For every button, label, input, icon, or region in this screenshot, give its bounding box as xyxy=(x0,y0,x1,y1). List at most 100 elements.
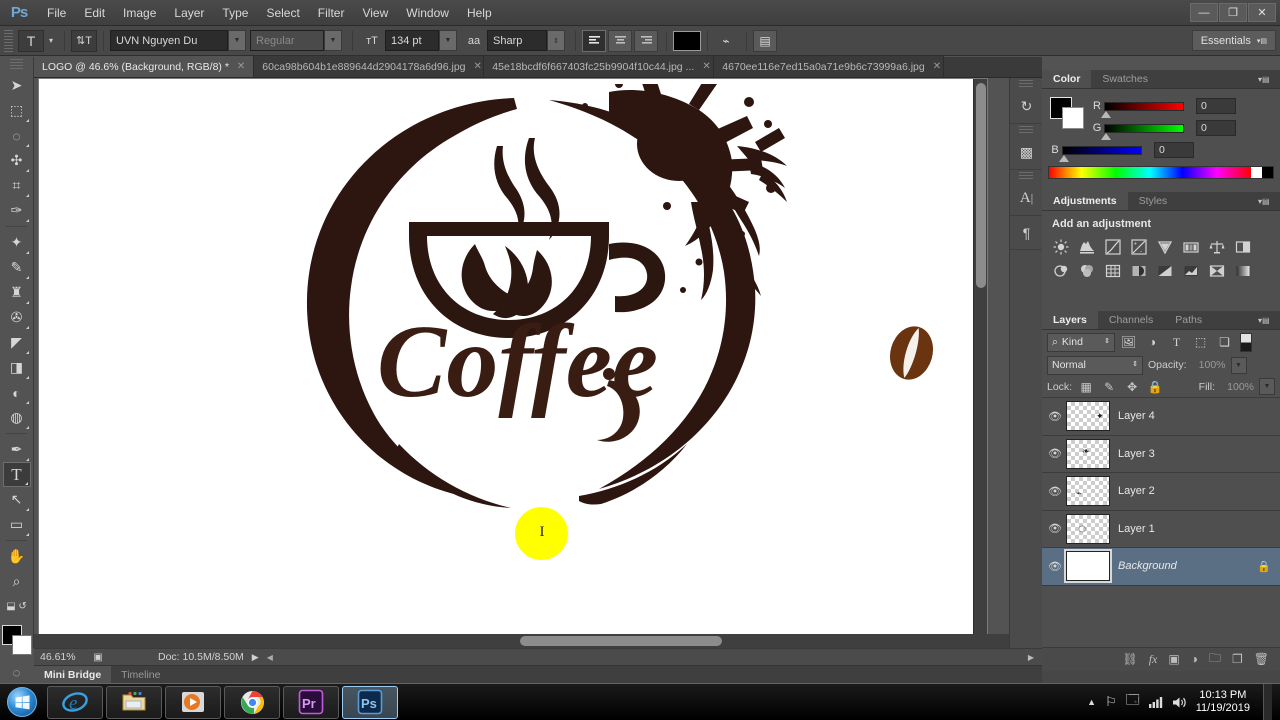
document-tab-3[interactable]: 45e18bcdf6f667403fc25b9904f10c44.jpg ...… xyxy=(484,56,714,77)
font-style-field[interactable]: Regular xyxy=(250,30,324,51)
font-family-field[interactable]: UVN Nguyen Du xyxy=(110,30,228,51)
blue-slider[interactable] xyxy=(1062,146,1142,155)
lasso-tool[interactable]: ◌ xyxy=(3,123,31,148)
document-tab-2[interactable]: 60ca98b604b1e889644d2904178a6d96.jpg ✕ xyxy=(254,56,484,77)
table-row[interactable]: 👁 Background 🔒 xyxy=(1042,548,1280,586)
lock-all-icon[interactable]: 🔒 xyxy=(1146,378,1164,396)
dodge-tool[interactable]: ◍ xyxy=(3,405,31,430)
clone-stamp-tool[interactable]: ♜ xyxy=(3,280,31,305)
document-tab-logo[interactable]: LOGO @ 46.6% (Background, RGB/8) * ✕ xyxy=(34,56,254,77)
red-slider-thumb[interactable] xyxy=(1101,111,1111,118)
blur-tool[interactable]: ◐ xyxy=(3,380,31,405)
options-bar-grip[interactable] xyxy=(4,30,13,52)
pixel-layer-filter-icon[interactable]: 🖼 xyxy=(1118,333,1139,352)
brush-tool[interactable]: ✎ xyxy=(3,255,31,280)
paragraph-icon[interactable]: ¶ xyxy=(1010,216,1043,250)
taskbar-item-adobe-photoshop[interactable]: Ps xyxy=(342,686,398,719)
dock-grip[interactable] xyxy=(1019,80,1033,88)
default-colors-icon[interactable]: ⬓ ↺ xyxy=(3,594,31,619)
font-style-chevron-down-icon[interactable]: ▼ xyxy=(324,30,342,51)
layer-thumbnail[interactable]: ⌁ xyxy=(1066,476,1110,506)
tab-adjustments[interactable]: Adjustments xyxy=(1042,192,1128,210)
layer-visibility-toggle[interactable]: 👁 xyxy=(1044,522,1066,535)
status-collapse-arrow-icon[interactable]: ◀ xyxy=(267,653,273,662)
menu-help[interactable]: Help xyxy=(458,0,501,26)
foreground-background-colors[interactable] xyxy=(2,625,32,655)
color-spectrum-ramp[interactable] xyxy=(1048,166,1274,179)
tab-color[interactable]: Color xyxy=(1042,70,1091,88)
antialias-chevron-down-icon[interactable]: ⇕ xyxy=(547,30,565,51)
spot-healing-brush-tool[interactable]: ✦ xyxy=(3,230,31,255)
layer-visibility-toggle[interactable]: 👁 xyxy=(1044,485,1066,498)
posterize-icon[interactable] xyxy=(1154,260,1176,282)
menu-select[interactable]: Select xyxy=(257,0,308,26)
layer-name[interactable]: Background xyxy=(1118,560,1177,572)
layer-name[interactable]: Layer 2 xyxy=(1118,485,1155,497)
background-color-swatch[interactable] xyxy=(1062,107,1084,129)
white-swatch[interactable] xyxy=(1251,167,1262,178)
delete-layer-icon[interactable]: 🗑 xyxy=(1254,652,1269,666)
close-icon[interactable]: ✕ xyxy=(702,61,710,72)
tab-styles[interactable]: Styles xyxy=(1128,192,1179,210)
type-layer-filter-icon[interactable]: T xyxy=(1166,333,1187,352)
action-center-icon[interactable]: 🗔 xyxy=(1126,691,1140,713)
layer-thumbnail[interactable]: ◌ xyxy=(1066,514,1110,544)
lock-transparent-pixels-icon[interactable]: ▦ xyxy=(1077,378,1095,396)
background-color-swatch[interactable] xyxy=(12,635,32,655)
link-layers-icon[interactable]: ⛓ xyxy=(1122,652,1137,666)
new-adjustment-layer-icon[interactable]: ◑ xyxy=(1191,652,1198,666)
layer-thumbnail[interactable] xyxy=(1066,551,1110,581)
horizontal-scroll-thumb[interactable] xyxy=(520,636,722,646)
dock-grip[interactable] xyxy=(1019,172,1033,180)
layer-visibility-toggle[interactable]: 👁 xyxy=(1044,560,1066,573)
tab-swatches[interactable]: Swatches xyxy=(1091,70,1159,88)
selective-color-icon[interactable] xyxy=(1206,260,1228,282)
layer-name[interactable]: Layer 1 xyxy=(1118,523,1155,535)
blue-value[interactable]: 0 xyxy=(1154,142,1194,158)
text-orientation-icon[interactable]: ⇅T xyxy=(71,30,97,52)
channel-mixer-icon[interactable] xyxy=(1076,260,1098,282)
hue-saturation-icon[interactable] xyxy=(1180,236,1202,258)
color-panel-swatches[interactable] xyxy=(1050,97,1084,129)
text-color-swatch[interactable] xyxy=(673,31,701,51)
vertical-scroll-thumb[interactable] xyxy=(976,83,986,288)
history-icon[interactable]: ↻ xyxy=(1010,90,1043,124)
threshold-icon[interactable] xyxy=(1180,260,1202,282)
green-slider[interactable] xyxy=(1104,124,1184,133)
align-left-button[interactable] xyxy=(582,30,606,52)
show-desktop-button[interactable] xyxy=(1263,684,1272,720)
close-icon[interactable]: ✕ xyxy=(933,61,941,72)
layers-panel-menu-icon[interactable]: ▾▤ xyxy=(1258,314,1276,327)
clock[interactable]: 10:13 PM 11/19/2019 xyxy=(1196,689,1250,715)
minimize-button[interactable]: — xyxy=(1190,3,1218,22)
menu-layer[interactable]: Layer xyxy=(165,0,213,26)
fill-chevron-down-icon[interactable]: ▼ xyxy=(1259,378,1275,395)
font-family-combo[interactable]: UVN Nguyen Du ▼ xyxy=(110,30,246,51)
hand-tool[interactable]: ✋ xyxy=(3,544,31,569)
warp-text-icon[interactable]: ⌁ xyxy=(714,30,738,52)
canvas-horizontal-scrollbar[interactable] xyxy=(34,634,1028,648)
red-slider[interactable] xyxy=(1104,102,1184,111)
shape-layer-filter-icon[interactable]: ⬚ xyxy=(1190,333,1211,352)
invert-icon[interactable] xyxy=(1128,260,1150,282)
tool-preset-chevron-down-icon[interactable]: ▾ xyxy=(44,30,58,52)
rectangle-tool[interactable]: ▭ xyxy=(3,512,31,537)
menu-file[interactable]: File xyxy=(38,0,75,26)
quick-mask-icon[interactable]: ◌ xyxy=(5,661,29,683)
layer-thumbnail[interactable]: ❧ xyxy=(1066,439,1110,469)
color-lookup-icon[interactable] xyxy=(1102,260,1124,282)
taskbar-item-file-explorer[interactable] xyxy=(106,686,162,719)
font-size-combo[interactable]: 134 pt ▼ xyxy=(385,30,457,51)
lock-image-pixels-icon[interactable]: ✎ xyxy=(1100,378,1118,396)
tab-channels[interactable]: Channels xyxy=(1098,311,1164,329)
opacity-chevron-down-icon[interactable]: ▼ xyxy=(1231,357,1247,374)
menu-filter[interactable]: Filter xyxy=(309,0,354,26)
dock-grip[interactable] xyxy=(1019,126,1033,134)
layer-visibility-toggle[interactable]: 👁 xyxy=(1044,447,1066,460)
character-icon[interactable]: A| xyxy=(1010,182,1043,216)
taskbar-item-google-chrome[interactable] xyxy=(224,686,280,719)
filter-enable-toggle[interactable] xyxy=(1240,333,1252,352)
levels-icon[interactable] xyxy=(1076,236,1098,258)
restore-button[interactable]: ❐ xyxy=(1219,3,1247,22)
exposure-icon[interactable]: +- xyxy=(1128,236,1150,258)
